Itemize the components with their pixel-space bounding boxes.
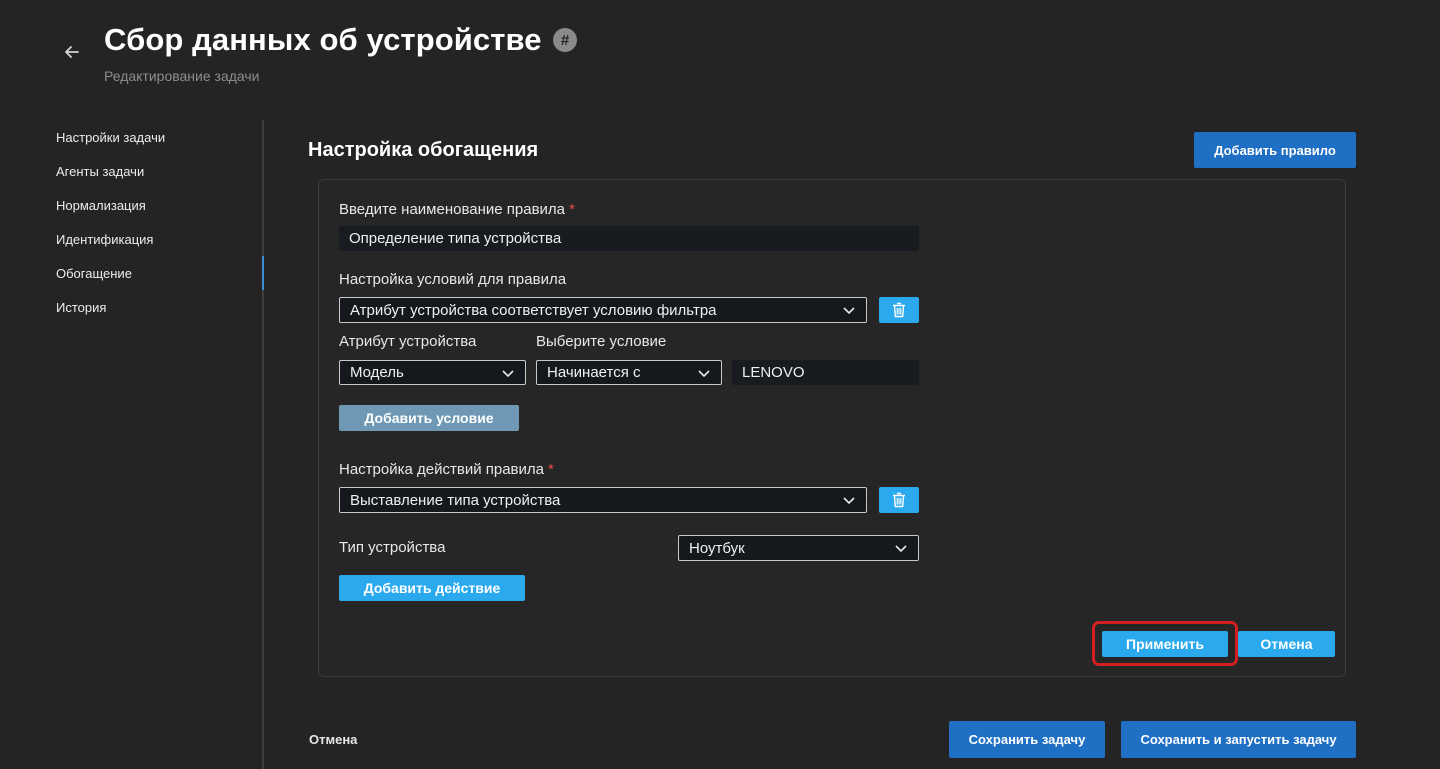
chevron-down-icon <box>698 369 710 377</box>
condition-type-select[interactable]: Атрибут устройства соответствует условию… <box>339 297 867 323</box>
sidebar-item-identification[interactable]: Идентификация <box>56 232 153 247</box>
sidebar-item-normalization[interactable]: Нормализация <box>56 198 146 213</box>
page-title: Сбор данных об устройстве <box>104 22 542 57</box>
sidebar-active-indicator <box>262 256 264 290</box>
sidebar-item-enrichment[interactable]: Обогащение <box>56 266 132 281</box>
rule-name-label: Введите наименование правила * <box>339 201 575 218</box>
condition-value: Начинается с <box>547 364 641 381</box>
section-title: Настройка обогащения <box>308 139 539 161</box>
rule-name-input[interactable] <box>339 226 919 251</box>
actions-label: Настройка действий правила * <box>339 461 554 478</box>
save-and-run-button[interactable]: Сохранить и запустить задачу <box>1121 721 1356 758</box>
action-type-value: Выставление типа устройства <box>350 491 561 509</box>
hash-badge[interactable]: # <box>553 28 577 52</box>
conditions-label: Настройка условий для правила <box>339 271 567 288</box>
attribute-value: Модель <box>350 364 404 381</box>
attribute-select[interactable]: Модель <box>339 360 526 385</box>
action-type-select[interactable]: Выставление типа устройства <box>339 487 867 513</box>
device-type-value: Ноутбук <box>689 539 745 557</box>
trash-icon <box>893 302 905 318</box>
apply-button[interactable]: Применить <box>1102 631 1228 657</box>
condition-type-value: Атрибут устройства соответствует условию… <box>350 301 717 319</box>
attribute-label: Атрибут устройства <box>339 333 477 350</box>
sidebar-divider <box>262 120 264 769</box>
chevron-down-icon <box>895 545 907 553</box>
chevron-down-icon <box>502 369 514 377</box>
device-type-label: Тип устройства <box>339 539 446 556</box>
required-mark: * <box>569 201 575 218</box>
sidebar-item-task-settings[interactable]: Настройки задачи <box>56 130 165 145</box>
trash-icon <box>893 492 905 508</box>
required-mark: * <box>548 461 554 478</box>
condition-select[interactable]: Начинается с <box>536 360 722 385</box>
task-cancel-link[interactable]: Отмена <box>309 732 357 747</box>
delete-action-button[interactable] <box>879 487 919 513</box>
page-subtitle: Редактирование задачи <box>104 68 260 84</box>
add-rule-button[interactable]: Добавить правило <box>1194 132 1356 168</box>
save-task-button[interactable]: Сохранить задачу <box>949 721 1105 758</box>
sidebar-item-history[interactable]: История <box>56 300 106 315</box>
back-arrow-icon[interactable] <box>60 40 84 64</box>
condition-label: Выберите условие <box>536 333 667 350</box>
add-condition-button[interactable]: Добавить условие <box>339 405 519 431</box>
chevron-down-icon <box>843 307 855 315</box>
device-type-select[interactable]: Ноутбук <box>678 535 919 561</box>
delete-condition-button[interactable] <box>879 297 919 323</box>
add-action-button[interactable]: Добавить действие <box>339 575 525 601</box>
rule-cancel-button[interactable]: Отмена <box>1238 631 1335 657</box>
filter-value-input[interactable] <box>732 360 919 385</box>
sidebar-item-task-agents[interactable]: Агенты задачи <box>56 164 144 179</box>
chevron-down-icon <box>843 497 855 505</box>
